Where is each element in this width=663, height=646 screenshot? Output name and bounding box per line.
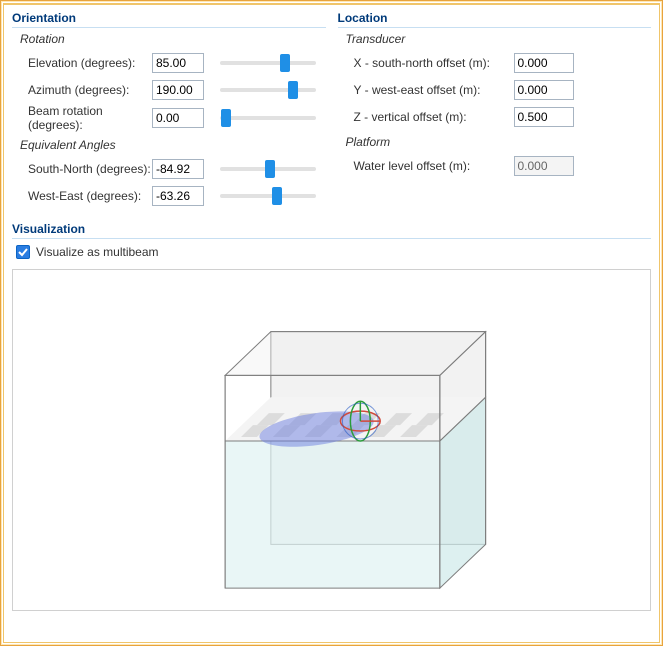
window-frame: Orientation Rotation Elevation (degrees)… (0, 0, 663, 646)
x-offset-row: X - south-north offset (m): (346, 50, 652, 75)
check-icon (18, 247, 28, 257)
water-offset-label: Water level offset (m): (354, 159, 514, 173)
visualize-multibeam-row: Visualize as multibeam (12, 243, 651, 267)
south-north-slider[interactable] (220, 159, 316, 179)
transducer-group: Transducer X - south-north offset (m): Y… (346, 32, 652, 129)
z-offset-input[interactable] (514, 107, 574, 127)
columns: Orientation Rotation Elevation (degrees)… (12, 9, 651, 214)
y-offset-label: Y - west-east offset (m): (354, 83, 514, 97)
z-offset-row: Z - vertical offset (m): (346, 104, 652, 129)
azimuth-slider[interactable] (220, 80, 316, 100)
beam-label: Beam rotation (degrees): (28, 104, 152, 132)
azimuth-label: Azimuth (degrees): (28, 83, 152, 97)
elevation-slider[interactable] (220, 53, 316, 73)
beam-slider[interactable] (220, 108, 316, 128)
west-east-input[interactable] (152, 186, 204, 206)
west-east-slider[interactable] (220, 186, 316, 206)
rotation-group: Rotation Elevation (degrees): Azimuth (20, 32, 326, 132)
water-offset-input (514, 156, 574, 176)
azimuth-row: Azimuth (degrees): (20, 77, 326, 102)
visualization-viewport[interactable] (12, 269, 651, 611)
rotation-label: Rotation (20, 32, 326, 46)
west-east-row: West-East (degrees): (20, 183, 326, 208)
visualize-multibeam-checkbox[interactable] (16, 245, 30, 259)
beam-row: Beam rotation (degrees): (20, 104, 326, 132)
cube-3d-icon (13, 270, 650, 610)
beam-input[interactable] (152, 108, 204, 128)
location-column: Location Transducer X - south-north offs… (338, 9, 652, 214)
water-offset-row: Water level offset (m): (346, 153, 652, 178)
west-east-label: West-East (degrees): (28, 189, 152, 203)
transducer-label: Transducer (346, 32, 652, 46)
visualization-header: Visualization (12, 220, 651, 239)
equivalent-label: Equivalent Angles (20, 138, 326, 152)
azimuth-input[interactable] (152, 80, 204, 100)
elevation-row: Elevation (degrees): (20, 50, 326, 75)
y-offset-input[interactable] (514, 80, 574, 100)
south-north-label: South-North (degrees): (28, 162, 152, 176)
orientation-header: Orientation (12, 9, 326, 28)
elevation-input[interactable] (152, 53, 204, 73)
elevation-label: Elevation (degrees): (28, 56, 152, 70)
x-offset-label: X - south-north offset (m): (354, 56, 514, 70)
orientation-column: Orientation Rotation Elevation (degrees)… (12, 9, 326, 214)
y-offset-row: Y - west-east offset (m): (346, 77, 652, 102)
x-offset-input[interactable] (514, 53, 574, 73)
platform-group: Platform Water level offset (m): (346, 135, 652, 178)
equivalent-group: Equivalent Angles South-North (degrees): (20, 138, 326, 208)
window-inner: Orientation Rotation Elevation (degrees)… (3, 3, 660, 643)
south-north-row: South-North (degrees): (20, 156, 326, 181)
location-header: Location (338, 9, 652, 28)
south-north-input[interactable] (152, 159, 204, 179)
z-offset-label: Z - vertical offset (m): (354, 110, 514, 124)
platform-label: Platform (346, 135, 652, 149)
visualize-multibeam-label: Visualize as multibeam (36, 245, 159, 259)
